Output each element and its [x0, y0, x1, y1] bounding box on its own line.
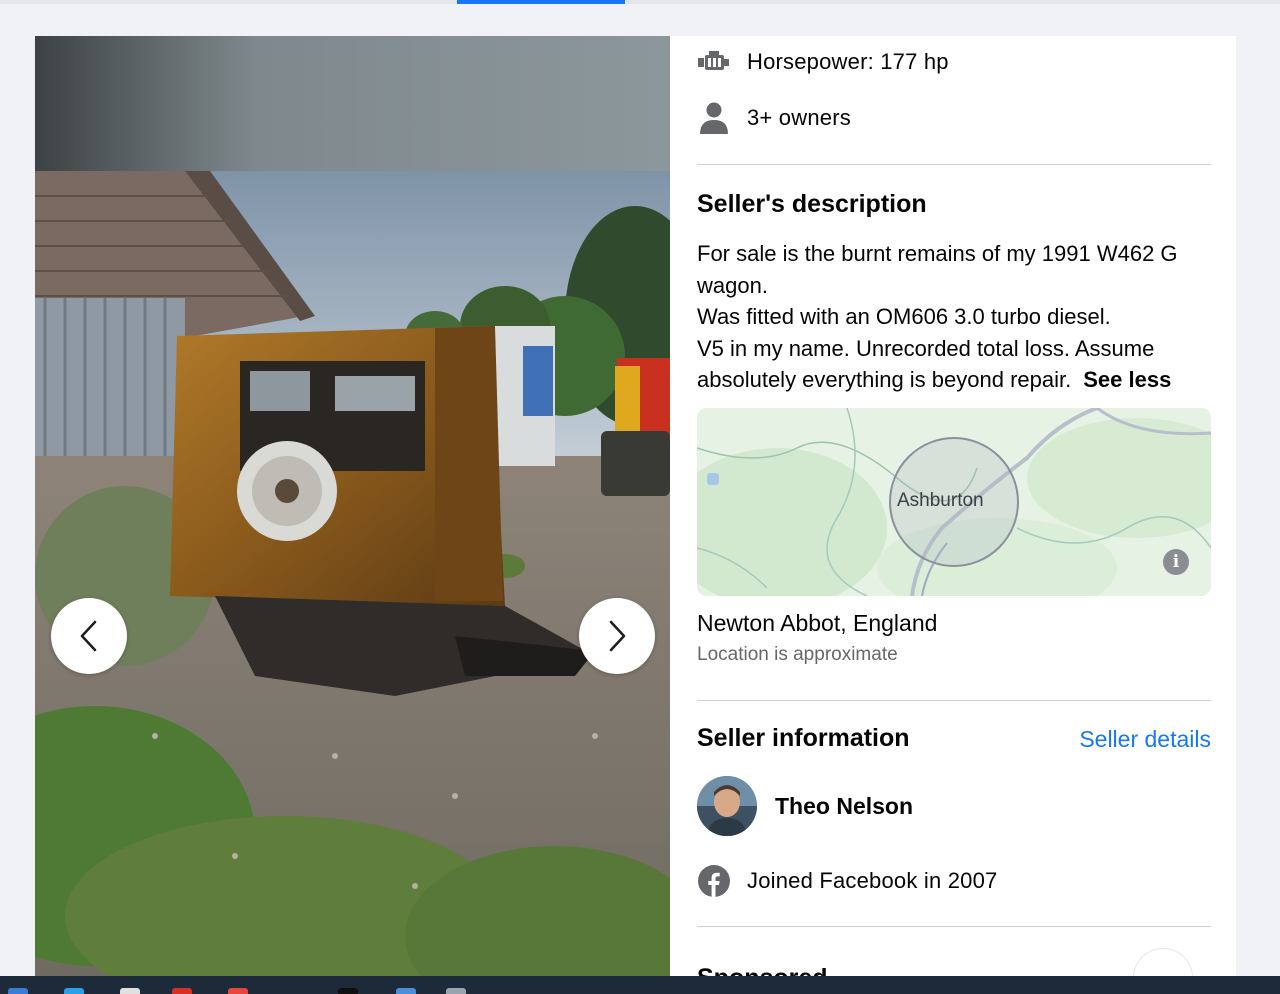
map-town-label: Ashburton: [897, 490, 984, 511]
spec-owners: 3+ owners: [697, 101, 851, 135]
map-info-icon[interactable]: i: [1163, 549, 1189, 575]
divider: [697, 926, 1211, 927]
listing-photo: [35, 36, 670, 994]
description-line: absolutely everything is beyond repair.: [697, 367, 1072, 392]
taskbar-app-icon[interactable]: [396, 988, 416, 994]
person-icon: [697, 101, 731, 135]
seller-description-title: Seller's description: [697, 190, 927, 218]
listing-card: Horsepower: 177 hp 3+ owners Seller's de…: [35, 36, 1236, 994]
taskbar-app-icon[interactable]: [338, 988, 358, 994]
description-line: For sale is the burnt remains of my 1991…: [697, 241, 1178, 266]
description-last-line: absolutely everything is beyond repair. S…: [697, 364, 1211, 396]
description-line: wagon.: [697, 272, 768, 298]
chevron-left-icon: [80, 620, 97, 652]
taskbar-app-icon[interactable]: [172, 988, 192, 994]
next-photo-button[interactable]: [579, 598, 655, 674]
taskbar-app-icon[interactable]: [446, 988, 466, 994]
previous-photo-button[interactable]: [51, 598, 127, 674]
listing-photo-viewer[interactable]: [35, 36, 670, 994]
joined-text: Joined Facebook in 2007: [747, 868, 998, 893]
description-line: Was fitted with an OM606 3.0 turbo diese…: [697, 304, 1111, 329]
seller-information-title: Seller information: [697, 724, 910, 752]
divider: [697, 164, 1211, 165]
active-tab-indicator: [457, 0, 625, 4]
listing-details: Horsepower: 177 hp 3+ owners Seller's de…: [697, 36, 1211, 994]
chevron-right-icon: [609, 620, 626, 652]
engine-icon: [697, 45, 731, 79]
seller-details-link[interactable]: Seller details: [1079, 726, 1211, 753]
facebook-icon: [697, 864, 731, 898]
taskbar-app-icon[interactable]: [64, 988, 84, 994]
see-less-button[interactable]: See less: [1083, 367, 1171, 392]
description-line: V5 in my name. Unrecorded total loss. As…: [697, 335, 1155, 361]
location-name: Newton Abbot, England: [697, 610, 938, 636]
seller-description-text: For sale is the burnt remains of my 1991…: [697, 238, 1211, 396]
seller-name[interactable]: Theo Nelson: [775, 793, 913, 820]
horsepower-text: Horsepower: 177 hp: [747, 49, 949, 74]
taskbar-app-icon[interactable]: [228, 988, 248, 994]
owners-text: 3+ owners: [747, 105, 851, 130]
location-note: Location is approximate: [697, 644, 898, 665]
os-taskbar: [0, 976, 1280, 994]
avatar[interactable]: [697, 776, 757, 836]
start-icon[interactable]: [8, 988, 28, 994]
taskbar-app-icon[interactable]: [120, 988, 140, 994]
seller-joined: Joined Facebook in 2007: [697, 864, 997, 898]
divider: [697, 700, 1211, 701]
top-nav-strip: [0, 0, 1280, 4]
spec-horsepower: Horsepower: 177 hp: [697, 45, 949, 79]
